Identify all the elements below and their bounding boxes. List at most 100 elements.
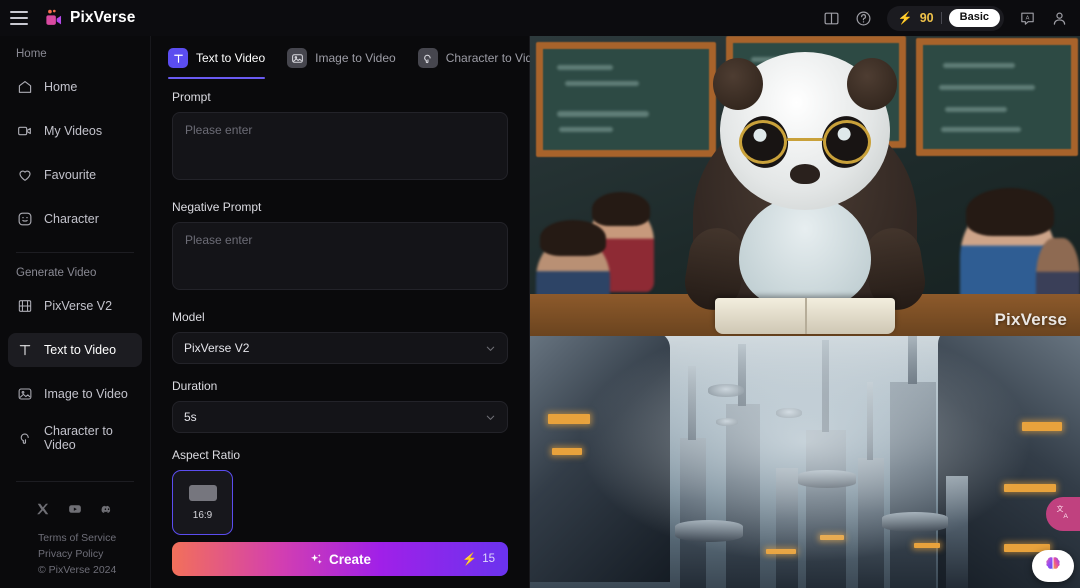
text-t-icon bbox=[168, 48, 188, 68]
chalkboard bbox=[916, 38, 1078, 156]
aspect-ratio-option-16-9[interactable]: 16:9 bbox=[172, 470, 233, 535]
translate-icon: 文 A bbox=[1054, 503, 1072, 526]
sidebar-item-label: Home bbox=[44, 80, 78, 94]
brand-name: PixVerse bbox=[70, 9, 136, 26]
sidebar-item-favourite[interactable]: Favourite bbox=[8, 158, 142, 192]
ai-assistant-button[interactable] bbox=[1032, 550, 1074, 582]
sidebar-item-home[interactable]: Home bbox=[8, 70, 142, 104]
svg-text:A: A bbox=[1026, 15, 1030, 21]
sidebar-item-text-to-video[interactable]: Text to Video bbox=[8, 333, 142, 367]
tab-image-to-video[interactable]: Image to Video bbox=[287, 48, 396, 79]
hamburger-icon[interactable] bbox=[10, 11, 28, 25]
translate-button[interactable]: 文 A bbox=[1046, 497, 1080, 531]
panda-glasses bbox=[739, 120, 787, 164]
generation-form-panel: Text to Video Image to Video Character t… bbox=[151, 36, 546, 588]
sidebar-footer: Terms of Service Privacy Policy © PixVer… bbox=[0, 475, 150, 588]
aspect-ratio-label: Aspect Ratio bbox=[172, 448, 241, 462]
tab-text-to-video[interactable]: Text to Video bbox=[168, 48, 266, 79]
sidebar: Home Home My Videos Favourite Character … bbox=[0, 36, 151, 588]
sidebar-item-image-to-video[interactable]: Image to Video bbox=[8, 377, 142, 411]
character-head-icon bbox=[417, 48, 438, 68]
discord-icon[interactable] bbox=[100, 502, 114, 516]
text-t-icon bbox=[17, 342, 33, 358]
duration-select[interactable]: 5s bbox=[172, 401, 508, 433]
svg-text:A: A bbox=[1063, 513, 1068, 520]
negative-prompt-label: Negative Prompt bbox=[172, 200, 262, 214]
aspect-ratio-value: 16:9 bbox=[192, 509, 213, 521]
top-bar: PixVerse ⚡ 90 Basic A bbox=[0, 0, 1080, 36]
negative-prompt-input[interactable] bbox=[172, 222, 508, 290]
lightning-bolt-icon: ⚡ bbox=[897, 11, 913, 25]
student-hair bbox=[540, 220, 606, 256]
watermark: PixVerse bbox=[994, 310, 1067, 329]
aspect-ratio-preview-icon bbox=[188, 484, 217, 501]
student-hair bbox=[966, 188, 1054, 236]
model-label: Model bbox=[172, 310, 205, 324]
book-icon[interactable] bbox=[823, 10, 840, 27]
tab-character-to-video[interactable]: Character to Video bbox=[417, 48, 546, 79]
panda-ear bbox=[713, 58, 763, 110]
aspect-ratio-options: 16:9 bbox=[172, 470, 508, 535]
sidebar-item-character[interactable]: Character bbox=[8, 202, 142, 236]
help-circle-icon[interactable] bbox=[855, 10, 872, 27]
divider bbox=[940, 12, 942, 24]
sidebar-item-label: Character bbox=[44, 212, 99, 226]
sidebar-item-character-to-video[interactable]: Character to Video bbox=[8, 421, 142, 455]
duration-label: Duration bbox=[172, 379, 218, 393]
sidebar-section-home: Home bbox=[16, 48, 47, 60]
privacy-policy-link[interactable]: Privacy Policy bbox=[38, 546, 150, 562]
youtube-icon[interactable] bbox=[68, 502, 82, 516]
top-bar-actions: ⚡ 90 Basic A bbox=[823, 5, 1068, 31]
mode-tabs: Text to Video Image to Video Character t… bbox=[151, 36, 546, 79]
model-select[interactable]: PixVerse V2 bbox=[172, 332, 508, 364]
legal-links: Terms of Service Privacy Policy © PixVer… bbox=[0, 530, 150, 578]
gallery-item-panda-classroom[interactable]: PixVerse bbox=[530, 36, 1080, 336]
gallery-item-futuristic-city[interactable] bbox=[530, 336, 1080, 588]
image-icon bbox=[17, 386, 33, 402]
user-avatar-icon[interactable] bbox=[1051, 10, 1068, 27]
prompt-input[interactable] bbox=[172, 112, 508, 180]
form-fields: Prompt Negative Prompt Model PixVerse V2… bbox=[151, 79, 529, 588]
video-camera-icon bbox=[17, 123, 33, 139]
create-cost-value: 15 bbox=[482, 553, 495, 565]
sidebar-item-label: My Videos bbox=[44, 124, 103, 138]
create-cost: ⚡ 15 bbox=[462, 553, 495, 565]
lightning-bolt-icon: ⚡ bbox=[462, 552, 478, 566]
sidebar-item-label: Image to Video bbox=[44, 387, 128, 401]
plan-badge[interactable]: Basic bbox=[948, 9, 1000, 27]
brain-icon bbox=[1043, 554, 1063, 579]
app-root: PixVerse ⚡ 90 Basic A Home Home My Video… bbox=[0, 0, 1080, 588]
tab-label: Text to Video bbox=[196, 51, 266, 65]
image-icon bbox=[287, 48, 308, 68]
sidebar-item-label: PixVerse V2 bbox=[44, 299, 113, 313]
panda-classroom-scene bbox=[530, 36, 1080, 336]
chevron-down-icon bbox=[485, 343, 496, 354]
credits-pill[interactable]: ⚡ 90 Basic bbox=[886, 5, 1004, 31]
footer-divider bbox=[16, 481, 134, 482]
language-icon[interactable]: A bbox=[1019, 10, 1036, 27]
create-button-label: Create bbox=[328, 551, 372, 567]
sidebar-section-generate: Generate Video bbox=[16, 267, 97, 279]
create-button[interactable]: Create ⚡ 15 bbox=[172, 542, 508, 576]
brand[interactable]: PixVerse bbox=[44, 9, 135, 28]
duration-value: 5s bbox=[184, 410, 197, 424]
sidebar-item-pixverse-v2[interactable]: PixVerse V2 bbox=[8, 289, 142, 323]
terms-of-service-link[interactable]: Terms of Service bbox=[38, 530, 150, 546]
sidebar-item-label: Text to Video bbox=[44, 343, 117, 357]
sparkle-icon bbox=[309, 552, 324, 567]
smiley-face-icon bbox=[17, 211, 33, 227]
home-icon bbox=[17, 79, 33, 95]
video-camera-logo-icon bbox=[44, 9, 63, 28]
panda-snout bbox=[790, 164, 820, 184]
model-value: PixVerse V2 bbox=[184, 341, 250, 355]
student-hair bbox=[592, 192, 650, 226]
x-twitter-icon[interactable] bbox=[36, 502, 50, 516]
panda-glasses-bridge bbox=[787, 138, 823, 141]
chalkboard bbox=[536, 42, 716, 157]
futuristic-city-scene bbox=[530, 336, 1080, 588]
tab-label: Image to Video bbox=[315, 51, 396, 65]
prompt-label: Prompt bbox=[172, 90, 211, 104]
sidebar-item-my-videos[interactable]: My Videos bbox=[8, 114, 142, 148]
sidebar-item-label: Character to Video bbox=[44, 424, 113, 452]
credits-count: 90 bbox=[919, 11, 934, 25]
